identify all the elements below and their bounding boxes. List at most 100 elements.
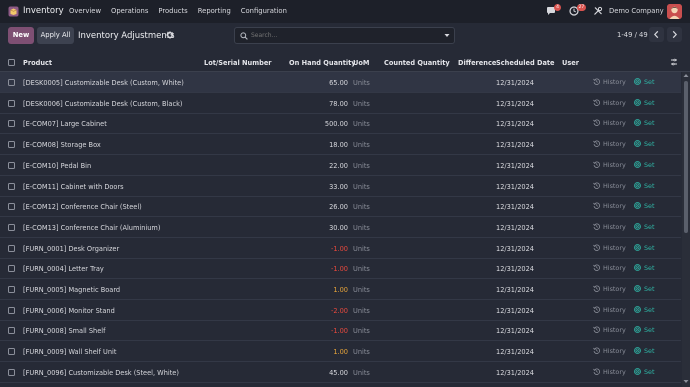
menu-overview[interactable]: Overview bbox=[69, 7, 101, 15]
row-checkbox[interactable] bbox=[8, 223, 15, 231]
scheduled-date-cell[interactable]: 12/31/2024 bbox=[496, 327, 534, 335]
on-hand-quantity-cell[interactable]: -1.00 bbox=[300, 245, 348, 253]
column-lot-serial[interactable]: Lot/Serial Number bbox=[204, 59, 272, 67]
product-cell[interactable]: [FURN_0005] Magnetic Board bbox=[23, 286, 120, 294]
on-hand-quantity-cell[interactable]: 26.00 bbox=[300, 203, 348, 211]
gear-icon[interactable] bbox=[166, 31, 174, 39]
table-row[interactable]: [E-COM12] Conference Chair (Steel) 26.00 U… bbox=[0, 196, 681, 218]
product-cell[interactable]: [E-COM07] Large Cabinet bbox=[23, 120, 107, 128]
scroll-up-arrow-icon[interactable] bbox=[683, 73, 689, 78]
on-hand-quantity-cell[interactable]: 18.00 bbox=[300, 141, 348, 149]
row-checkbox[interactable] bbox=[8, 120, 15, 128]
scheduled-date-cell[interactable]: 12/31/2024 bbox=[496, 100, 534, 108]
history-button[interactable]: History bbox=[593, 347, 626, 355]
set-button[interactable]: Set bbox=[634, 182, 655, 190]
set-button[interactable]: Set bbox=[634, 99, 655, 107]
table-row[interactable]: [E-COM11] Cabinet with Doors 33.00 Units 12… bbox=[0, 176, 681, 197]
table-row[interactable]: [E-COM13] Conference Chair (Aluminium) 30… bbox=[0, 217, 681, 238]
row-checkbox[interactable] bbox=[8, 348, 15, 356]
table-row[interactable]: [DESK0005] Customizable Desk (Custom, Wh… bbox=[0, 72, 681, 93]
history-button[interactable]: History bbox=[593, 140, 626, 148]
menu-reporting[interactable]: Reporting bbox=[198, 7, 231, 15]
history-button[interactable]: History bbox=[593, 161, 626, 169]
table-row[interactable]: [FURN_0004] Letter Tray -1.00 Units 12/31/2… bbox=[0, 258, 681, 280]
history-button[interactable]: History bbox=[593, 119, 626, 127]
scheduled-date-cell[interactable]: 12/31/2024 bbox=[496, 224, 534, 232]
product-cell[interactable]: [FURN_0006] Monitor Stand bbox=[23, 307, 115, 315]
row-checkbox[interactable] bbox=[8, 368, 15, 376]
set-button[interactable]: Set bbox=[634, 347, 655, 355]
history-button[interactable]: History bbox=[593, 202, 626, 210]
row-checkbox[interactable] bbox=[8, 203, 15, 211]
apply-all-button[interactable]: Apply All bbox=[37, 27, 74, 44]
scheduled-date-cell[interactable]: 12/31/2024 bbox=[496, 162, 534, 170]
on-hand-quantity-cell[interactable]: 65.00 bbox=[300, 79, 348, 87]
on-hand-quantity-cell[interactable]: 78.00 bbox=[300, 100, 348, 108]
set-button[interactable]: Set bbox=[634, 244, 655, 252]
on-hand-quantity-cell[interactable]: 33.00 bbox=[300, 183, 348, 191]
scheduled-date-cell[interactable]: 12/31/2024 bbox=[496, 307, 534, 315]
row-checkbox[interactable] bbox=[8, 161, 15, 169]
set-button[interactable]: Set bbox=[634, 119, 655, 127]
set-button[interactable]: Set bbox=[634, 78, 655, 86]
table-row[interactable]: [FURN_0009] Wall Shelf Unit 1.00 Units 12/3… bbox=[0, 341, 681, 363]
product-cell[interactable]: [FURN_0096] Customizable Desk (Steel, Wh… bbox=[23, 369, 179, 377]
column-product[interactable]: Product bbox=[23, 59, 52, 67]
row-checkbox[interactable] bbox=[8, 182, 15, 190]
history-button[interactable]: History bbox=[593, 306, 626, 314]
table-row[interactable]: [FURN_0005] Magnetic Board 1.00 Units 12/31… bbox=[0, 279, 681, 300]
product-cell[interactable]: [FURN_0009] Wall Shelf Unit bbox=[23, 348, 116, 356]
row-checkbox[interactable] bbox=[8, 327, 15, 335]
table-row[interactable]: [FURN_0006] Monitor Stand -2.00 Units 12/31… bbox=[0, 300, 681, 321]
table-row[interactable]: [E-COM10] Pedal Bin 22.00 Units 12/31/2024 H… bbox=[0, 155, 681, 176]
scheduled-date-cell[interactable]: 12/31/2024 bbox=[496, 79, 534, 87]
set-button[interactable]: Set bbox=[634, 368, 655, 376]
search-input[interactable] bbox=[251, 30, 431, 41]
product-cell[interactable]: [FURN_0008] Small Shelf bbox=[23, 327, 105, 335]
history-button[interactable]: History bbox=[593, 78, 626, 86]
scroll-down-arrow-icon[interactable] bbox=[683, 379, 689, 384]
row-checkbox[interactable] bbox=[8, 286, 15, 293]
on-hand-quantity-cell[interactable]: -1.00 bbox=[300, 327, 348, 335]
inventory-app-icon[interactable] bbox=[8, 6, 19, 17]
on-hand-quantity-cell[interactable]: 1.00 bbox=[300, 348, 348, 356]
menu-operations[interactable]: Operations bbox=[111, 7, 148, 15]
scheduled-date-cell[interactable]: 12/31/2024 bbox=[496, 120, 534, 128]
company-switcher[interactable]: Demo Company bbox=[609, 7, 664, 15]
on-hand-quantity-cell[interactable]: 22.00 bbox=[300, 162, 348, 170]
pager-previous-button[interactable] bbox=[649, 27, 664, 42]
product-cell[interactable]: [FURN_0001] Desk Organizer bbox=[23, 245, 119, 253]
scheduled-date-cell[interactable]: 12/31/2024 bbox=[496, 203, 534, 211]
scheduled-date-cell[interactable]: 12/31/2024 bbox=[496, 348, 534, 356]
column-difference[interactable]: Difference bbox=[458, 59, 496, 67]
table-row[interactable]: [FURN_0096] Customizable Desk (Steel, Wh… bbox=[0, 362, 681, 383]
menu-configuration[interactable]: Configuration bbox=[241, 7, 287, 15]
scheduled-date-cell[interactable]: 12/31/2024 bbox=[496, 369, 534, 377]
user-avatar[interactable] bbox=[667, 4, 682, 19]
on-hand-quantity-cell[interactable]: 30.00 bbox=[300, 224, 348, 232]
search-bar[interactable] bbox=[234, 27, 455, 44]
row-checkbox[interactable] bbox=[8, 141, 15, 149]
pager-next-button[interactable] bbox=[667, 27, 682, 42]
chevron-down-icon[interactable] bbox=[444, 33, 450, 38]
on-hand-quantity-cell[interactable]: 500.00 bbox=[300, 120, 348, 128]
history-button[interactable]: History bbox=[593, 223, 626, 231]
set-button[interactable]: Set bbox=[634, 140, 655, 148]
set-button[interactable]: Set bbox=[634, 285, 655, 293]
product-cell[interactable]: [DESK0005] Customizable Desk (Custom, Wh… bbox=[23, 79, 184, 87]
row-checkbox[interactable] bbox=[8, 79, 15, 86]
app-name[interactable]: Inventory bbox=[23, 6, 64, 16]
set-button[interactable]: Set bbox=[634, 223, 655, 231]
product-cell[interactable]: [FURN_0004] Letter Tray bbox=[23, 265, 104, 273]
set-button[interactable]: Set bbox=[634, 202, 655, 210]
history-button[interactable]: History bbox=[593, 326, 626, 334]
column-scheduled-date[interactable]: Scheduled Date bbox=[496, 59, 555, 67]
product-cell[interactable]: [E-COM12] Conference Chair (Steel) bbox=[23, 203, 142, 211]
product-cell[interactable]: [E-COM13] Conference Chair (Aluminium) bbox=[23, 224, 160, 232]
menu-products[interactable]: Products bbox=[158, 7, 187, 15]
table-row[interactable]: [E-COM07] Large Cabinet 500.00 Units 12/31/… bbox=[0, 113, 681, 135]
scrollbar-thumb[interactable] bbox=[684, 81, 688, 233]
history-button[interactable]: History bbox=[593, 99, 626, 107]
column-settings-icon[interactable] bbox=[670, 58, 678, 66]
on-hand-quantity-cell[interactable]: 45.00 bbox=[300, 369, 348, 377]
